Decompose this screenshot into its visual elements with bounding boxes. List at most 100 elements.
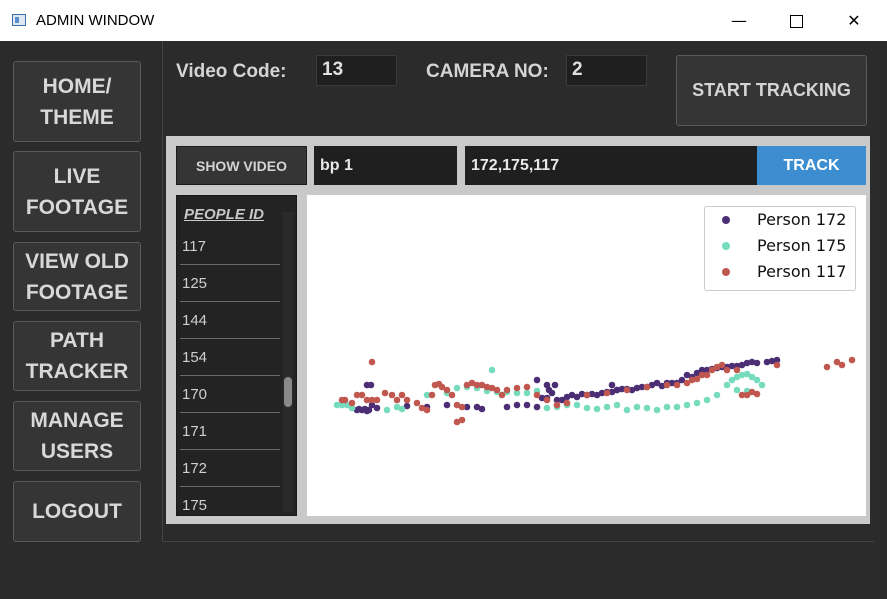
navigation-sidebar: HOME/ THEME LIVE FOOTAGE VIEW OLD FOOTAG… bbox=[2, 52, 152, 552]
legend-entry: Person 172 bbox=[705, 207, 857, 233]
legend-marker bbox=[722, 216, 730, 224]
scatter-point-series-2 bbox=[643, 383, 651, 391]
scatter-point-series-0 bbox=[443, 401, 451, 409]
close-button[interactable]: ✕ bbox=[831, 0, 877, 41]
scatter-point-series-0 bbox=[543, 381, 551, 389]
scatter-point-series-0 bbox=[613, 386, 621, 394]
scatter-point-series-1 bbox=[523, 389, 531, 397]
scatter-point-series-2 bbox=[723, 366, 731, 374]
people-id-header: PEOPLE ID bbox=[184, 206, 265, 223]
scatter-point-series-2 bbox=[403, 396, 411, 404]
scatter-point-series-2 bbox=[838, 361, 846, 369]
path-plot: Person 172 Person 175 Person 117 bbox=[307, 195, 866, 516]
video-code-label: Video Code: bbox=[176, 61, 287, 82]
scatter-point-series-2 bbox=[623, 386, 631, 394]
scatter-point-series-0 bbox=[753, 359, 761, 367]
scatter-point-series-2 bbox=[458, 403, 466, 411]
scatter-point-series-1 bbox=[713, 391, 721, 399]
scatter-point-series-1 bbox=[623, 406, 631, 414]
legend-marker bbox=[722, 242, 730, 250]
scatter-point-series-2 bbox=[428, 391, 436, 399]
scatter-point-series-2 bbox=[513, 384, 521, 392]
scrollbar-track[interactable] bbox=[283, 212, 293, 512]
scatter-point-series-2 bbox=[493, 386, 501, 394]
scatter-point-series-2 bbox=[388, 391, 396, 399]
list-item[interactable]: 170 bbox=[180, 377, 280, 413]
scatter-point-series-0 bbox=[533, 403, 541, 411]
logout-button[interactable]: LOGOUT bbox=[13, 481, 141, 542]
video-name-field[interactable]: bp 1 bbox=[314, 146, 457, 185]
scatter-point-series-1 bbox=[703, 396, 711, 404]
scatter-point-series-2 bbox=[533, 391, 541, 399]
list-item[interactable]: 175 bbox=[180, 488, 280, 515]
scatter-point-series-1 bbox=[583, 404, 591, 412]
scatter-point-series-0 bbox=[523, 401, 531, 409]
scatter-point-series-2 bbox=[583, 391, 591, 399]
scatter-point-series-2 bbox=[448, 391, 456, 399]
list-item[interactable]: 154 bbox=[180, 340, 280, 376]
scatter-point-series-2 bbox=[553, 401, 561, 409]
scatter-point-series-1 bbox=[653, 406, 661, 414]
manage-users-button[interactable]: MANAGE USERS bbox=[13, 401, 141, 471]
scatter-point-series-1 bbox=[758, 381, 766, 389]
track-button[interactable]: TRACK bbox=[757, 146, 866, 185]
scatter-point-series-0 bbox=[367, 381, 375, 389]
start-tracking-button[interactable]: START TRACKING bbox=[676, 55, 867, 126]
scatter-point-series-1 bbox=[573, 401, 581, 409]
video-code-field[interactable]: 13 bbox=[316, 55, 397, 86]
scatter-point-series-2 bbox=[733, 366, 741, 374]
scatter-point-series-0 bbox=[608, 381, 616, 389]
view-old-footage-button[interactable]: VIEW OLD FOOTAGE bbox=[13, 242, 141, 311]
scatter-point-series-2 bbox=[373, 396, 381, 404]
scatter-point-series-2 bbox=[663, 381, 671, 389]
camera-no-field[interactable]: 2 bbox=[566, 55, 647, 86]
list-item[interactable]: 171 bbox=[180, 414, 280, 450]
list-item[interactable]: 172 bbox=[180, 451, 280, 487]
scatter-point-series-0 bbox=[478, 405, 486, 413]
scatter-point-series-1 bbox=[633, 403, 641, 411]
scatter-point-series-1 bbox=[693, 399, 701, 407]
legend-label: Person 172 bbox=[757, 210, 847, 229]
maximize-button[interactable] bbox=[773, 0, 819, 41]
scatter-point-series-2 bbox=[341, 396, 349, 404]
camera-no-label: CAMERA NO: bbox=[426, 61, 549, 82]
scatter-point-series-0 bbox=[533, 376, 541, 384]
title-bar: ADMIN WINDOW — ✕ bbox=[0, 0, 887, 41]
scatter-point-series-1 bbox=[593, 405, 601, 413]
scatter-point-series-2 bbox=[423, 406, 431, 414]
scatter-point-series-2 bbox=[673, 381, 681, 389]
scrollbar-thumb[interactable] bbox=[284, 377, 292, 407]
scatter-point-series-1 bbox=[383, 406, 391, 414]
maximize-icon bbox=[789, 15, 803, 28]
scatter-point-series-1 bbox=[663, 403, 671, 411]
scatter-point-series-2 bbox=[348, 399, 356, 407]
app-icon bbox=[12, 14, 26, 26]
live-footage-button[interactable]: LIVE FOOTAGE bbox=[13, 151, 141, 232]
list-item[interactable]: 117 bbox=[180, 229, 280, 265]
list-item[interactable]: 144 bbox=[180, 303, 280, 339]
minimize-button[interactable]: — bbox=[716, 0, 762, 41]
scatter-point-series-2 bbox=[823, 363, 831, 371]
scatter-point-series-2 bbox=[503, 386, 511, 394]
scatter-point-series-2 bbox=[413, 399, 421, 407]
scatter-point-series-2 bbox=[718, 361, 726, 369]
scatter-point-series-1 bbox=[683, 401, 691, 409]
people-id-list: PEOPLE ID 117 125 144 154 170 171 172 17… bbox=[176, 195, 297, 516]
scatter-point-series-1 bbox=[723, 381, 731, 389]
home-theme-button[interactable]: HOME/ THEME bbox=[13, 61, 141, 142]
scatter-point-series-1 bbox=[543, 404, 551, 412]
scatter-point-series-0 bbox=[503, 403, 511, 411]
scatter-point-series-2 bbox=[398, 391, 406, 399]
scatter-point-series-2 bbox=[453, 418, 461, 426]
scatter-point-series-1 bbox=[753, 376, 761, 384]
legend-entry: Person 117 bbox=[705, 259, 857, 285]
people-ids-input[interactable]: 172,175,117 bbox=[465, 146, 757, 185]
scatter-point-series-0 bbox=[373, 404, 381, 412]
scatter-point-series-2 bbox=[848, 356, 856, 364]
path-tracker-button[interactable]: PATH TRACKER bbox=[13, 321, 141, 391]
list-item[interactable]: 125 bbox=[180, 266, 280, 302]
scatter-point-series-2 bbox=[563, 399, 571, 407]
scatter-point-series-2 bbox=[443, 386, 451, 394]
show-video-button[interactable]: SHOW VIDEO bbox=[176, 146, 307, 185]
scatter-point-series-0 bbox=[548, 389, 556, 397]
